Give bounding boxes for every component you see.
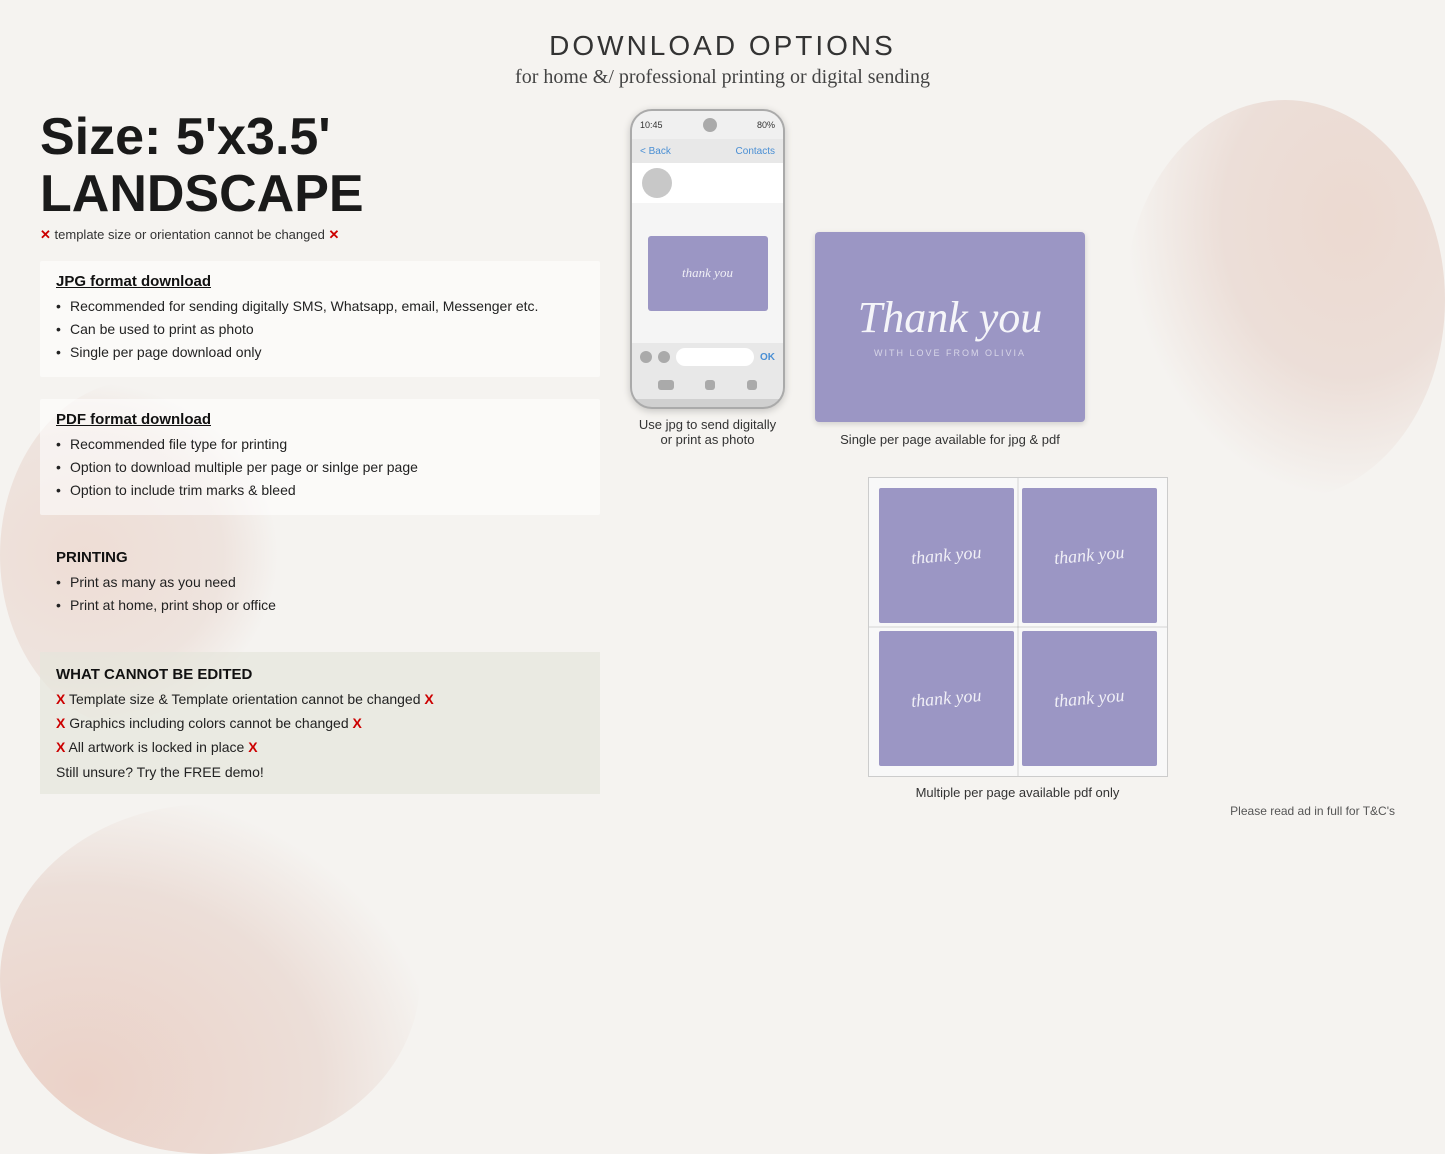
printing-bullet-1: Print as many as you need	[56, 572, 584, 593]
phone-avatar-icon	[703, 118, 717, 132]
phone-top-bar: 10:45 80%	[632, 111, 783, 139]
jpg-bullet-list: Recommended for sending digitally SMS, W…	[56, 296, 584, 363]
pdf-bullet-1: Recommended file type for printing	[56, 434, 584, 455]
contact-avatar	[642, 168, 672, 198]
cannot-edit-text-3: All artwork is locked in place	[68, 739, 244, 755]
cannot-edit-item-1: X Template size & Template orientation c…	[56, 689, 584, 710]
page-content: DOWNLOAD OPTIONS for home &/ professiona…	[0, 0, 1445, 838]
free-demo-text: Still unsure? Try the FREE demo!	[56, 764, 584, 780]
mini-card-text-1: thank you	[910, 542, 982, 569]
printing-bullet-list: Print as many as you need Print at home,…	[56, 572, 584, 616]
phone-card-text: thank you	[682, 265, 733, 281]
pdf-section-title: PDF format download	[56, 411, 584, 428]
mini-card-text-3: thank you	[910, 685, 982, 712]
phone-share-icon	[747, 380, 757, 390]
floral-decoration-bottom-left	[0, 804, 420, 1154]
mini-card-4: thank you	[1022, 631, 1157, 766]
mini-card-2: thank you	[1022, 488, 1157, 623]
phone-message-field[interactable]	[676, 348, 754, 366]
cannot-edit-item-2: X Graphics including colors cannot be ch…	[56, 713, 584, 734]
right-top-row: 10:45 80% < Back Contacts	[630, 109, 1405, 447]
printing-bullet-2: Print at home, print shop or office	[56, 595, 584, 616]
printing-title: PRINTING	[56, 549, 584, 566]
multi-cards-caption: Multiple per page available pdf only	[916, 785, 1120, 800]
single-card-subtitle: WITH LOVE FROM OLIVIA	[874, 348, 1026, 358]
cannot-change-line: ✕ template size or orientation cannot be…	[40, 227, 600, 243]
phone-caption-line2: or print as photo	[661, 432, 755, 447]
single-card-container: Thank you WITH LOVE FROM OLIVIA Single p…	[815, 232, 1085, 447]
page-subtitle: for home &/ professional printing or dig…	[40, 66, 1405, 89]
phone-caption: Use jpg to send digitally or print as ph…	[639, 417, 776, 447]
phone-time: 10:45	[640, 120, 663, 130]
pdf-bullet-2: Option to download multiple per page or …	[56, 457, 584, 478]
page-title: DOWNLOAD OPTIONS	[40, 30, 1405, 62]
phone-bottom-icons	[632, 371, 783, 399]
phone-nav-bar: < Back Contacts	[632, 139, 783, 163]
x-mark-2: ✕	[328, 227, 339, 242]
multi-cards-sheet: thank you thank you thank you thank you	[868, 477, 1168, 777]
phone-back-label: < Back	[640, 146, 671, 157]
phone-battery: 80%	[757, 120, 775, 130]
phone-home-icon	[658, 380, 674, 390]
tc-note: Please read ad in full for T&C's	[630, 804, 1405, 818]
x-mark-1: ✕	[40, 227, 51, 242]
size-heading: Size: 5'x3.5' LANDSCAPE	[40, 109, 600, 223]
phone-chat-area: thank you	[632, 203, 783, 343]
jpg-bullet-2: Can be used to print as photo	[56, 319, 584, 340]
main-layout: Size: 5'x3.5' LANDSCAPE ✕ template size …	[40, 109, 1405, 818]
mini-card-1: thank you	[879, 488, 1014, 623]
jpg-bullet-3: Single per page download only	[56, 342, 584, 363]
pdf-bullet-3: Option to include trim marks & bleed	[56, 480, 584, 501]
x-mark-3: X	[56, 691, 65, 707]
single-card-preview: Thank you WITH LOVE FROM OLIVIA	[815, 232, 1085, 422]
cannot-edit-text-2: Graphics including colors cannot be chan…	[69, 715, 348, 731]
phone-card-preview: thank you	[648, 236, 768, 311]
single-card-thank-text: Thank you	[858, 296, 1043, 340]
jpg-bullet-1: Recommended for sending digitally SMS, W…	[56, 296, 584, 317]
cannot-edit-title: WHAT CANNOT BE EDITED	[56, 666, 584, 683]
printing-section: PRINTING Print as many as you need Print…	[40, 537, 600, 630]
mini-card-text-2: thank you	[1053, 542, 1125, 569]
mini-card-3: thank you	[879, 631, 1014, 766]
phone-caption-line1: Use jpg to send digitally	[639, 417, 776, 432]
phone-mockup: 10:45 80% < Back Contacts	[630, 109, 785, 409]
x-mark-6: X	[353, 715, 362, 731]
cannot-change-text: template size or orientation cannot be c…	[55, 227, 325, 242]
x-mark-4: X	[424, 691, 433, 707]
mini-card-text-4: thank you	[1053, 685, 1125, 712]
x-mark-7: X	[56, 739, 65, 755]
multi-cards-container: thank you thank you thank you thank you …	[630, 477, 1405, 818]
header: DOWNLOAD OPTIONS for home &/ professiona…	[40, 20, 1405, 89]
phone-contacts-label: Contacts	[736, 146, 775, 157]
cannot-edit-text-1: Template size & Template orientation can…	[69, 691, 421, 707]
phone-contact-area	[632, 163, 783, 203]
single-card-caption: Single per page available for jpg & pdf	[840, 432, 1060, 447]
phone-ok-button[interactable]: OK	[760, 352, 775, 363]
cannot-edit-item-3: X All artwork is locked in place X	[56, 737, 584, 758]
phone-camera-icon	[640, 351, 652, 363]
left-column: Size: 5'x3.5' LANDSCAPE ✕ template size …	[40, 109, 600, 802]
x-mark-5: X	[56, 715, 65, 731]
pdf-section: PDF format download Recommended file typ…	[40, 399, 600, 515]
phone-heart-icon	[705, 380, 715, 390]
pdf-bullet-list: Recommended file type for printing Optio…	[56, 434, 584, 501]
cannot-edit-section: WHAT CANNOT BE EDITED X Template size & …	[40, 652, 600, 794]
phone-mockup-container: 10:45 80% < Back Contacts	[630, 109, 785, 447]
x-mark-8: X	[248, 739, 257, 755]
jpg-section-title: JPG format download	[56, 273, 584, 290]
phone-emoji-icon	[658, 351, 670, 363]
phone-input-bar: OK	[632, 343, 783, 371]
jpg-section: JPG format download Recommended for send…	[40, 261, 600, 377]
right-column: 10:45 80% < Back Contacts	[630, 109, 1405, 818]
